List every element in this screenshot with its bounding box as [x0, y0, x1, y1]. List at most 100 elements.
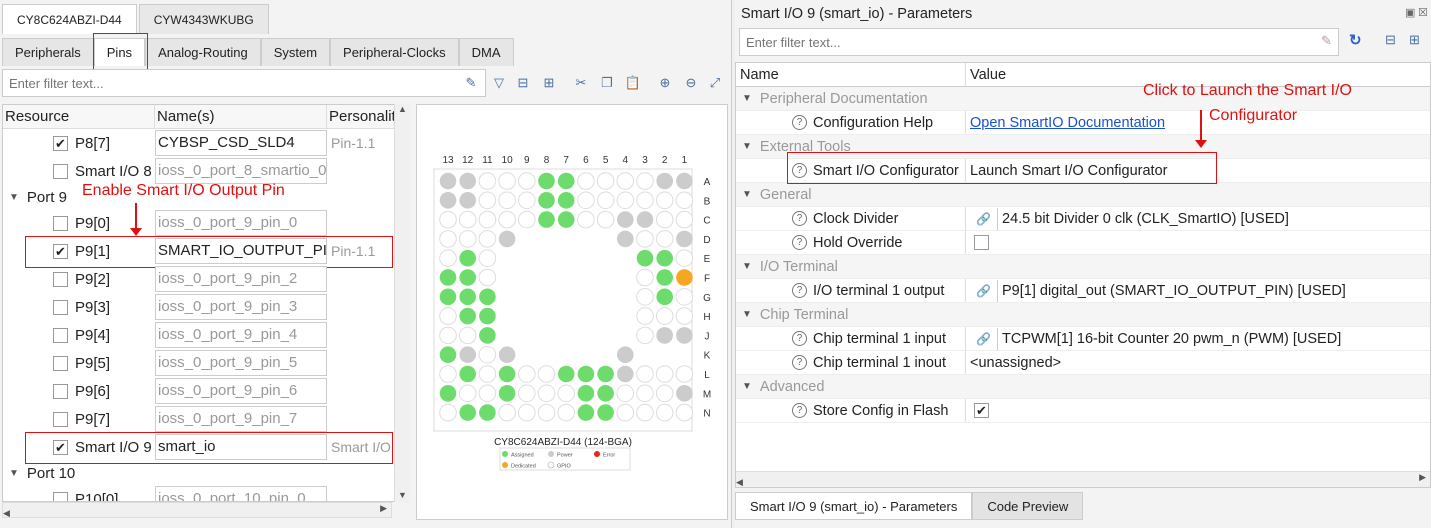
expand-all-icon[interactable]: ⊞	[540, 74, 558, 92]
table-row[interactable]: Smart I/O 8 ioss_0_port_8_smartio_0	[3, 157, 409, 185]
link-icon[interactable]: 🔗	[970, 327, 998, 350]
param-group[interactable]: ▼ Advanced	[736, 375, 1430, 399]
help-icon[interactable]: ?	[792, 331, 807, 346]
bottom-tab[interactable]: Code Preview	[972, 492, 1084, 520]
checkbox[interactable]	[53, 299, 68, 315]
expand-arrow-icon[interactable]: ▼	[9, 468, 19, 479]
personality-cell[interactable]: Pin-1.1	[327, 135, 397, 151]
name-cell[interactable]: ioss_0_port_9_pin_3	[155, 294, 327, 320]
documentation-link[interactable]: Open SmartIO Documentation	[970, 115, 1165, 131]
expand-arrow-icon[interactable]: ▼	[9, 192, 19, 203]
param-value[interactable]: Open SmartIO Documentation	[966, 111, 1430, 134]
table-row[interactable]: P10[0] ioss_0_port_10_pin_0	[3, 485, 409, 501]
checkbox[interactable]	[53, 383, 68, 399]
device-tab[interactable]: CY8C624ABZI-D44	[2, 4, 137, 34]
help-icon[interactable]: ?	[792, 211, 807, 226]
name-cell[interactable]: ioss_0_port_9_pin_2	[155, 266, 327, 292]
expand-arrow-icon[interactable]: ▼	[742, 309, 752, 320]
name-cell[interactable]: CYBSP_CSD_SLD4	[155, 130, 327, 156]
name-cell[interactable]: ioss_0_port_8_smartio_0	[155, 158, 327, 184]
table-row[interactable]: P9[5] ioss_0_port_9_pin_5	[3, 349, 409, 377]
name-cell[interactable]: ioss_0_port_9_pin_7	[155, 406, 327, 432]
collapse-all-icon[interactable]: ⊟	[514, 74, 532, 92]
eraser-icon[interactable]: ✎	[1321, 33, 1332, 49]
param-row[interactable]: ? Clock Divider 🔗 24.5 bit Divider 0 clk (C…	[736, 207, 1430, 231]
param-value[interactable]: 🔗 TCPWM[1] 16-bit Counter 20 pwm_n (PWM) …	[966, 327, 1430, 350]
tab-peripherals[interactable]: Peripherals	[2, 38, 94, 66]
param-row[interactable]: ? I/O terminal 1 output 🔗 P9[1] digital_out…	[736, 279, 1430, 303]
param-value[interactable]	[966, 231, 1430, 254]
table-row[interactable]: ✔ P9[1] SMART_IO_OUTPUT_PIN Pin-1.1	[3, 236, 409, 268]
name-cell[interactable]: ioss_0_port_10_pin_0	[155, 486, 327, 501]
paste-icon[interactable]: 📋	[624, 74, 642, 92]
restore-icon[interactable]: ▣	[1405, 6, 1415, 19]
zoom-out-icon[interactable]: ⊖	[682, 74, 700, 92]
refresh-icon[interactable]: ↻	[1349, 31, 1362, 49]
checkbox[interactable]: ✔	[53, 135, 68, 151]
param-group[interactable]: ▼ General	[736, 183, 1430, 207]
checkbox[interactable]	[53, 411, 68, 427]
close-icon[interactable]: ☒	[1418, 6, 1428, 19]
param-value[interactable]: 🔗 P9[1] digital_out (SMART_IO_OUTPUT_PIN)…	[966, 279, 1430, 302]
table-row[interactable]: ✔ P8[7] CYBSP_CSD_SLD4 Pin-1.1	[3, 129, 409, 157]
expand-arrow-icon[interactable]: ▼	[742, 189, 752, 200]
filter-icon[interactable]: ▽	[490, 74, 508, 92]
checkbox[interactable]	[53, 327, 68, 343]
checkbox[interactable]	[974, 235, 989, 250]
copy-icon[interactable]: ❐	[598, 74, 616, 92]
param-row[interactable]: ? Chip terminal 1 input 🔗 TCPWM[1] 16-bit C…	[736, 327, 1430, 351]
device-tab[interactable]: CYW4343WKUBG	[138, 4, 269, 34]
table-row[interactable]: P9[2] ioss_0_port_9_pin_2	[3, 265, 409, 293]
param-group[interactable]: ▼ Chip Terminal	[736, 303, 1430, 327]
name-cell[interactable]: ioss_0_port_9_pin_6	[155, 378, 327, 404]
name-cell[interactable]: ioss_0_port_9_pin_4	[155, 322, 327, 348]
tab-analog-routing[interactable]: Analog-Routing	[145, 38, 261, 66]
param-row[interactable]: ? Chip terminal 1 inout <unassigned>	[736, 351, 1430, 375]
help-icon[interactable]: ?	[792, 403, 807, 418]
param-value[interactable]: <unassigned>	[966, 351, 1430, 374]
checkbox[interactable]	[53, 355, 68, 371]
tree-group[interactable]: ▼ Port 10	[3, 461, 409, 485]
params-filter-input[interactable]	[739, 28, 1339, 56]
name-cell[interactable]: ioss_0_port_9_pin_5	[155, 350, 327, 376]
param-row[interactable]: ? Store Config in Flash ✔	[736, 399, 1430, 423]
link-icon[interactable]: 🔗	[970, 207, 998, 230]
col-personality[interactable]: Personalit	[327, 105, 397, 128]
fit-icon[interactable]: ⤢	[706, 74, 724, 92]
cut-icon[interactable]: ✂	[572, 74, 590, 92]
col-names[interactable]: Name(s)	[155, 105, 327, 128]
help-icon[interactable]: ?	[792, 115, 807, 130]
param-row[interactable]: ? Configuration Help Open SmartIO Document…	[736, 111, 1430, 135]
expand-arrow-icon[interactable]: ▼	[742, 261, 752, 272]
pins-horizontal-scrollbar[interactable]: ◀ ▶	[2, 502, 392, 518]
col-resource[interactable]: Resource	[3, 105, 155, 128]
zoom-in-icon[interactable]: ⊕	[656, 74, 674, 92]
checkbox[interactable]: ✔	[974, 403, 989, 418]
checkbox[interactable]	[53, 163, 68, 179]
expand-all-icon[interactable]: ⊞	[1409, 32, 1420, 48]
table-row[interactable]: P9[7] ioss_0_port_9_pin_7	[3, 405, 409, 433]
checkbox[interactable]	[53, 491, 68, 501]
param-group[interactable]: ▼ I/O Terminal	[736, 255, 1430, 279]
expand-arrow-icon[interactable]: ▼	[742, 93, 752, 104]
eraser-icon[interactable]: ✎	[462, 74, 480, 92]
checkbox[interactable]	[53, 215, 68, 231]
pins-vertical-scrollbar[interactable]: ▲ ▼	[394, 104, 410, 502]
param-value[interactable]: ✔	[966, 399, 1430, 422]
checkbox[interactable]	[53, 271, 68, 287]
param-value[interactable]: 🔗 24.5 bit Divider 0 clk (CLK_SmartIO) [U…	[966, 207, 1430, 230]
table-row[interactable]: ✔ Smart I/O 9 smart_io Smart I/O	[3, 432, 409, 464]
name-cell[interactable]: ioss_0_port_9_pin_0	[155, 210, 327, 236]
params-horizontal-scrollbar[interactable]: ◀ ▶	[736, 471, 1430, 487]
expand-arrow-icon[interactable]: ▼	[742, 141, 752, 152]
help-icon[interactable]: ?	[792, 283, 807, 298]
tab-dma[interactable]: DMA	[458, 38, 514, 66]
tab-system[interactable]: System	[260, 38, 331, 66]
col-name[interactable]: Name	[736, 63, 966, 86]
bottom-tab[interactable]: Smart I/O 9 (smart_io) - Parameters	[735, 492, 973, 520]
tab-peripheral-clocks[interactable]: Peripheral-Clocks	[330, 38, 459, 66]
pins-filter-input[interactable]	[2, 69, 486, 97]
table-row[interactable]: P9[4] ioss_0_port_9_pin_4	[3, 321, 409, 349]
table-row[interactable]: P9[0] ioss_0_port_9_pin_0	[3, 209, 409, 237]
param-row[interactable]: ? Hold Override	[736, 231, 1430, 255]
